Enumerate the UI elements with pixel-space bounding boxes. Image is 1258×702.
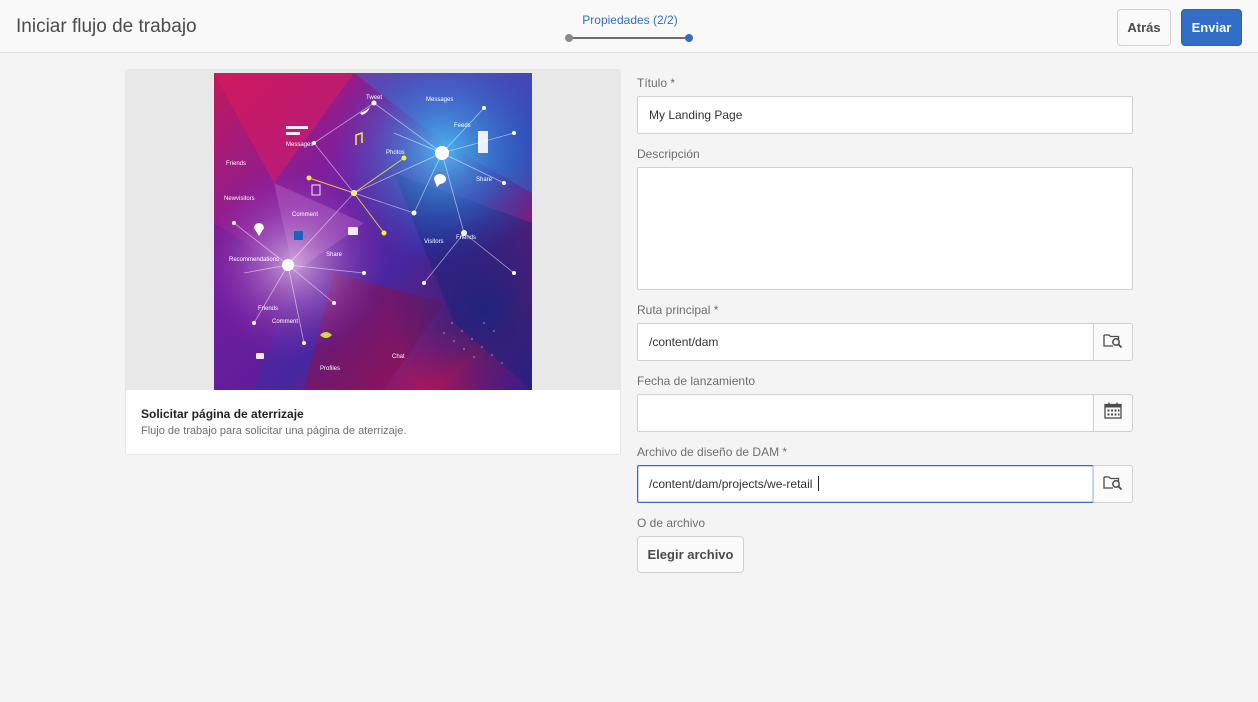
or-file-label: O de archivo (637, 516, 706, 530)
dam-design-input[interactable] (637, 465, 1094, 503)
text-cursor (818, 476, 819, 491)
description-label: Descripción (637, 147, 700, 161)
page-title: Iniciar flujo de trabajo (16, 16, 197, 37)
launch-date-input[interactable] (637, 394, 1094, 432)
thumbnail-word: Recommendations (229, 257, 279, 263)
thumbnail-word: Feeds (454, 123, 471, 129)
wizard-step-label: Propiedades (2/2) (582, 13, 678, 27)
root-path-browse-button[interactable] (1093, 323, 1133, 361)
folder-search-icon (1103, 474, 1123, 495)
thumbnail-word: Visitors (424, 239, 444, 245)
thumbnail-word: Friends (456, 235, 476, 241)
launch-date-label: Fecha de lanzamiento (637, 374, 756, 388)
thumbnail-word: Share (326, 252, 343, 258)
card-thumbnail-image: Tweet Messages Feeds Messages Friends Ph… (214, 73, 532, 390)
root-path-label: Ruta principal * (637, 303, 719, 317)
thumbnail-word: Share (476, 177, 493, 183)
submit-button[interactable]: Enviar (1181, 9, 1242, 46)
choose-file-button[interactable]: Elegir archivo (637, 536, 744, 573)
workflow-model-card[interactable]: Tweet Messages Feeds Messages Friends Ph… (125, 69, 621, 455)
card-title: Solicitar página de aterrizaje (141, 407, 304, 421)
back-button[interactable]: Atrás (1117, 9, 1171, 46)
calendar-icon (1104, 402, 1122, 424)
thumbnail-word: Comment (292, 212, 318, 218)
wizard-step-1-dot (565, 34, 573, 42)
card-thumbnail-area: Tweet Messages Feeds Messages Friends Ph… (126, 70, 620, 390)
root-path-input[interactable] (637, 323, 1094, 361)
header-bar: Iniciar flujo de trabajo Propiedades (2/… (0, 0, 1258, 53)
thumbnail-word: Messages (426, 97, 453, 103)
title-label: Título * (637, 76, 676, 90)
thumbnail-word: Tweet (366, 95, 382, 101)
card-description: Flujo de trabajo para solicitar una pági… (141, 425, 407, 437)
thumbnail-word: Messages (286, 142, 313, 148)
dam-design-label: Archivo de diseño de DAM * (637, 445, 788, 459)
thumbnail-word: Newvisitors (224, 196, 255, 202)
wizard-progress: Propiedades (2/2) (560, 12, 700, 44)
thumbnail-word: Comment (272, 319, 298, 325)
description-textarea[interactable] (637, 167, 1133, 290)
thumbnail-word: Friends (258, 306, 278, 312)
title-input[interactable] (637, 96, 1133, 134)
launch-date-calendar-button[interactable] (1093, 394, 1133, 432)
thumbnail-word: Photos (386, 150, 405, 156)
wizard-step-2-dot (685, 34, 693, 42)
dam-design-browse-button[interactable] (1093, 465, 1133, 503)
thumbnail-word: Profiles (320, 366, 340, 372)
thumbnail-word: Friends (226, 161, 246, 167)
thumbnail-word: Chat (392, 354, 405, 360)
wizard-line (570, 37, 687, 39)
folder-search-icon (1103, 332, 1123, 353)
